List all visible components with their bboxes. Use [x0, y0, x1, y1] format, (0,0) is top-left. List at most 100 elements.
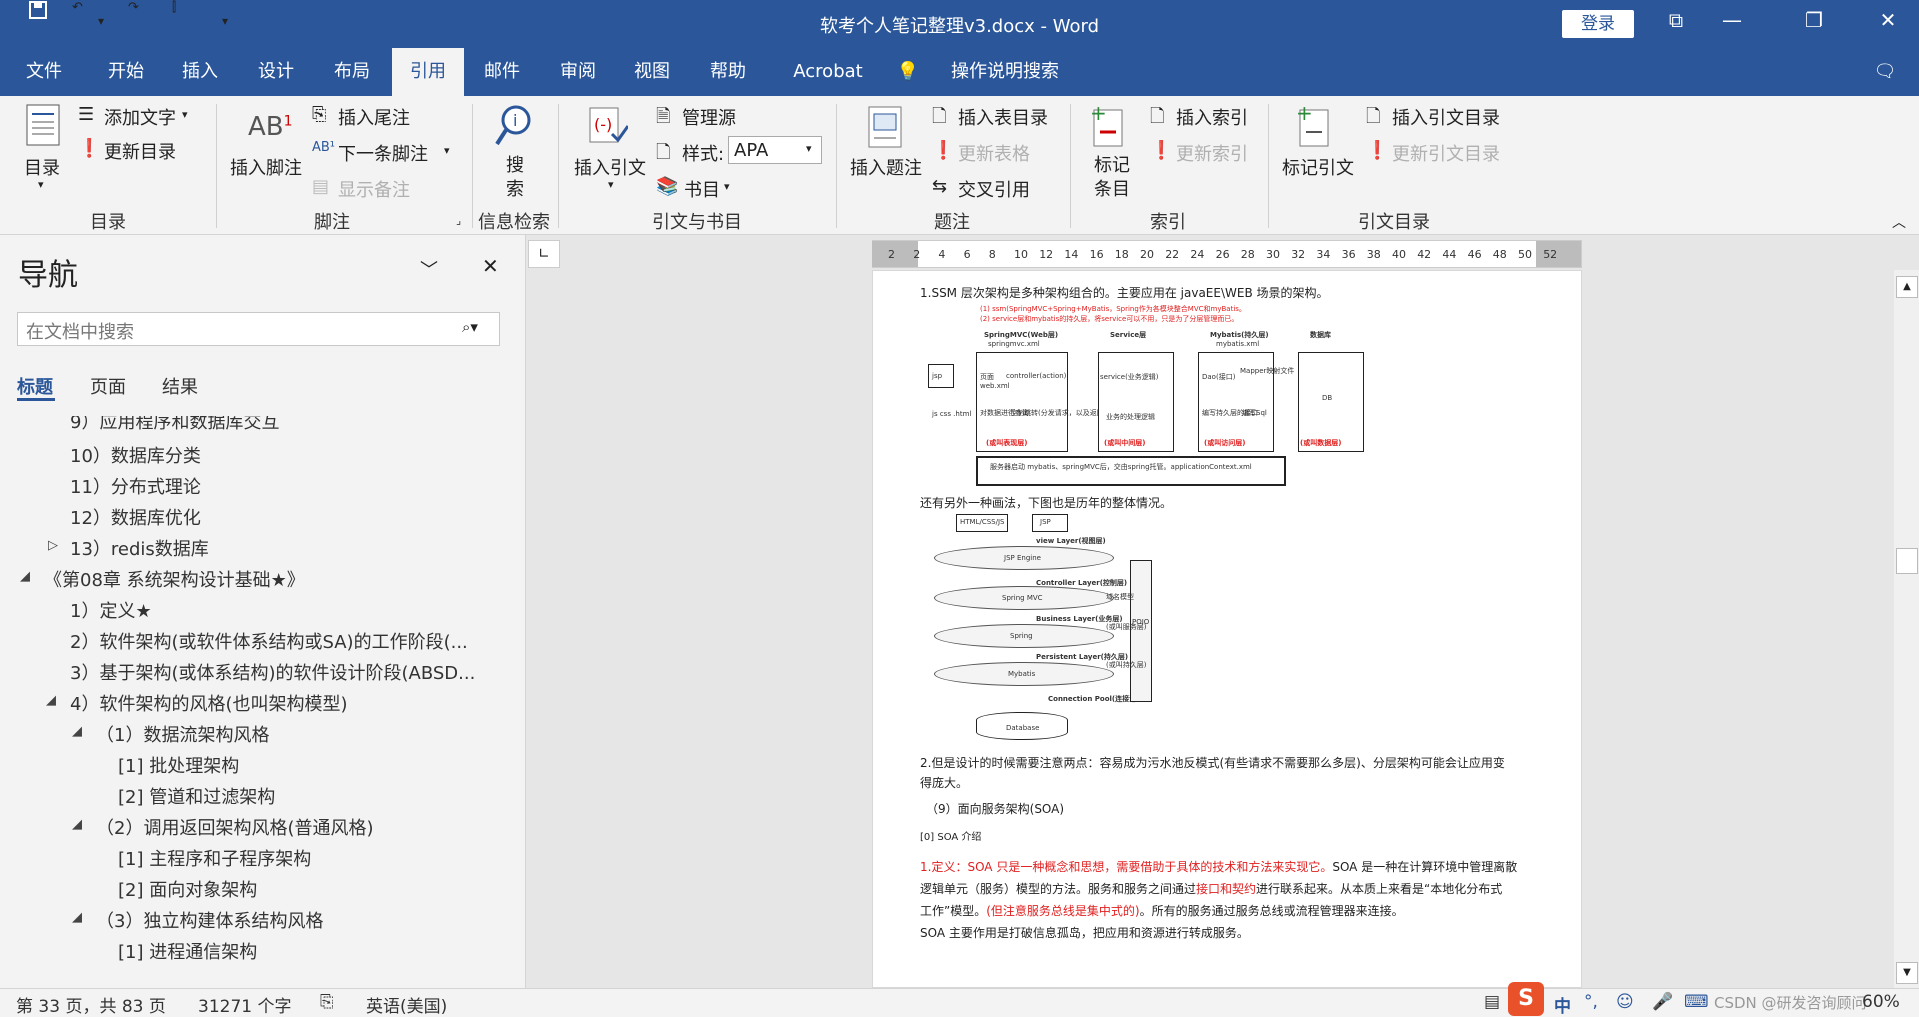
insert-caption-icon[interactable] [868, 106, 902, 152]
update-toa-button[interactable]: 更新引文目录 [1392, 140, 1500, 166]
word-count[interactable]: 31271 个字 [198, 992, 291, 1017]
insert-citation-button[interactable]: 插入引文 [574, 154, 646, 180]
scroll-up-icon[interactable]: ▲ [1896, 276, 1918, 298]
next-footnote-dropdown-icon[interactable]: ▾ [444, 144, 450, 157]
nav-item[interactable]: [2] 管道和过滤架构 [118, 783, 275, 809]
language-indicator[interactable]: 英语(美国) [366, 992, 447, 1017]
proofing-icon[interactable]: ⎘ [320, 992, 334, 1012]
page-count[interactable]: 第 33 页，共 83 页 [16, 992, 166, 1017]
collapse-triangle-icon[interactable]: ◢ [72, 817, 82, 832]
collapse-ribbon-icon[interactable]: ︿ [1892, 212, 1906, 232]
toc-icon[interactable] [26, 104, 60, 150]
tab-home[interactable]: 开始 [96, 48, 156, 96]
footnotes-dialog-launcher-icon[interactable]: ⌟ [456, 214, 461, 227]
mark-entry-button[interactable]: 标记条目 [1094, 154, 1134, 202]
nav-item[interactable]: [2] 面向对象架构 [118, 876, 257, 902]
tab-insert[interactable]: 插入 [170, 48, 230, 96]
search-button[interactable]: 搜索 [506, 154, 526, 202]
bibliography-dropdown-icon[interactable]: ▾ [724, 180, 730, 193]
cross-reference-button[interactable]: 交叉引用 [958, 176, 1030, 202]
ime-keyboard-icon[interactable]: ⌨ [1684, 992, 1709, 1012]
tab-file[interactable]: 文件 [14, 48, 74, 96]
nav-tab-headings[interactable]: 标题 [17, 373, 53, 399]
nav-item[interactable]: 1）定义★ [70, 597, 152, 623]
collapse-triangle-icon[interactable]: ◢ [72, 910, 82, 925]
comments-icon[interactable]: 🗨 [1870, 48, 1900, 96]
nav-tab-results[interactable]: 结果 [162, 373, 198, 399]
ime-voice-icon[interactable]: 🎤 [1652, 992, 1673, 1012]
ime-logo-icon[interactable]: S [1508, 982, 1544, 1016]
insert-caption-button[interactable]: 插入题注 [850, 154, 922, 180]
nav-search-icon[interactable]: ⌕▾ [462, 318, 478, 336]
nav-item[interactable]: （3）独立构建体系结构风格 [96, 907, 323, 933]
nav-options-chevron-icon[interactable]: ﹀ [420, 256, 438, 282]
close-icon[interactable]: ✕ [1868, 8, 1908, 32]
tab-acrobat[interactable]: Acrobat [778, 48, 878, 96]
nav-close-icon[interactable]: ✕ [482, 254, 499, 278]
insert-toa-button[interactable]: 插入引文目录 [1392, 104, 1500, 130]
add-text-dropdown-icon[interactable]: ▾ [182, 108, 188, 121]
nav-item[interactable]: [1] 进程通信架构 [118, 938, 257, 964]
login-button[interactable]: 登录 [1562, 10, 1634, 38]
toc-dropdown-icon[interactable]: ▾ [38, 178, 44, 191]
nav-item[interactable]: 2）软件架构(或软件体系结构或SA)的工作阶段(... [70, 628, 468, 654]
nav-item[interactable]: 10）数据库分类 [70, 442, 201, 468]
style-dropdown-icon[interactable]: ▾ [806, 142, 812, 155]
ime-punct-icon[interactable]: °, [1584, 992, 1598, 1012]
tab-mailings[interactable]: 邮件 [472, 48, 532, 96]
manage-sources-button[interactable]: 管理源 [682, 104, 736, 130]
collapse-triangle-icon[interactable]: ◢ [72, 724, 82, 739]
insert-citation-dropdown-icon[interactable]: ▾ [608, 178, 614, 191]
nav-item[interactable]: [1] 批处理架构 [118, 752, 239, 778]
tab-design[interactable]: 设计 [246, 48, 306, 96]
nav-item[interactable]: 11）分布式理论 [70, 473, 201, 499]
search-icon[interactable]: i [494, 104, 534, 152]
show-notes-button[interactable]: 显示备注 [338, 176, 410, 202]
ime-emoji-icon[interactable]: ☺ [1616, 992, 1634, 1012]
nav-item[interactable]: 4）软件架构的风格(也叫架构模型) [70, 690, 348, 716]
add-text-button[interactable]: 添加文字 [104, 104, 176, 130]
zoom-level[interactable]: 60% [1862, 992, 1900, 1012]
nav-item[interactable]: 3）基于架构(或体系结构)的软件设计阶段(ABSD... [70, 659, 475, 685]
tab-layout[interactable]: 布局 [322, 48, 382, 96]
nav-item[interactable]: 13）redis数据库 [70, 535, 209, 561]
mark-entry-icon[interactable]: + [1090, 101, 1126, 152]
scroll-thumb[interactable] [1896, 548, 1918, 574]
insert-endnote-button[interactable]: 插入尾注 [338, 104, 410, 130]
tab-view[interactable]: 视图 [622, 48, 682, 96]
tab-selector-icon[interactable]: ∟ [528, 240, 560, 268]
expand-chevron-icon[interactable]: ▷ [48, 538, 58, 553]
read-mode-icon[interactable]: ▤ [1484, 992, 1500, 1012]
minimize-icon[interactable]: — [1712, 8, 1752, 32]
ime-chinese-icon[interactable]: 中 [1554, 992, 1571, 1017]
scroll-down-icon[interactable]: ▼ [1896, 962, 1918, 984]
nav-item[interactable]: 12）数据库优化 [70, 504, 201, 530]
bibliography-button[interactable]: 书目 [684, 176, 720, 202]
update-table-button[interactable]: 更新表格 [958, 140, 1030, 166]
insert-footnote-icon[interactable]: AB1 [248, 112, 293, 142]
ribbon-display-icon[interactable]: ⧉ [1656, 8, 1696, 32]
restore-icon[interactable]: ❐ [1794, 8, 1834, 32]
nav-tab-pages[interactable]: 页面 [90, 373, 126, 399]
next-footnote-button[interactable]: 下一条脚注 [338, 140, 428, 166]
nav-item-chapter[interactable]: 《第08章 系统架构设计基础★》 [44, 566, 305, 592]
tab-review[interactable]: 审阅 [548, 48, 608, 96]
vertical-scrollbar[interactable] [1894, 270, 1919, 988]
nav-item[interactable]: [1] 主程序和子程序架构 [118, 845, 311, 871]
mark-citation-icon[interactable]: + [1296, 101, 1332, 152]
tell-me-search[interactable]: 操作说明搜索 [930, 48, 1080, 96]
tab-help[interactable]: 帮助 [698, 48, 758, 96]
insert-citation-icon[interactable]: (-) [588, 106, 630, 150]
update-toc-button[interactable]: 更新目录 [104, 138, 176, 164]
collapse-triangle-icon[interactable]: ◢ [46, 693, 56, 708]
tab-references[interactable]: 引用 [392, 48, 464, 96]
update-index-button[interactable]: 更新索引 [1176, 140, 1248, 166]
nav-item[interactable]: （2）调用返回架构风格(普通风格) [96, 814, 374, 840]
nav-item[interactable]: （1）数据流架构风格 [96, 721, 269, 747]
collapse-triangle-icon[interactable]: ◢ [20, 569, 30, 584]
insert-index-button[interactable]: 插入索引 [1176, 104, 1248, 130]
mark-citation-button[interactable]: 标记引文 [1282, 154, 1354, 180]
insert-footnote-button[interactable]: 插入脚注 [230, 154, 302, 180]
insert-table-of-figures-button[interactable]: 插入表目录 [958, 104, 1048, 130]
toc-button[interactable]: 目录 [24, 154, 60, 180]
